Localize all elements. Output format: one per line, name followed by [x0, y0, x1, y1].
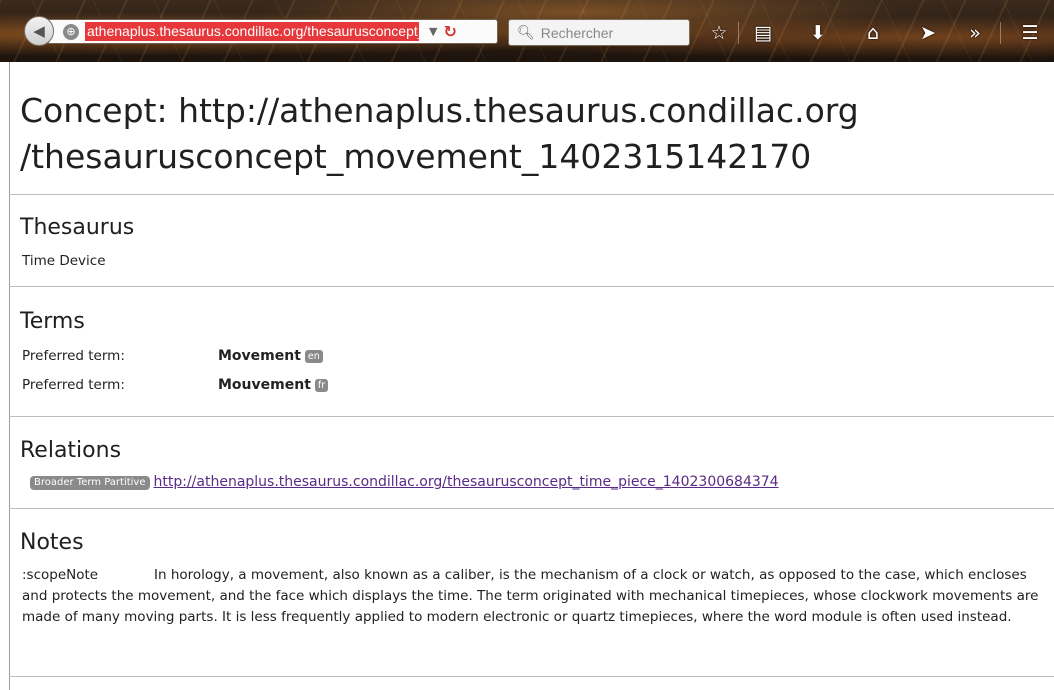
term-value: Mouvement: [218, 377, 311, 393]
back-button[interactable]: ◀: [24, 16, 54, 46]
search-bar[interactable]: 🔍︎ Rechercher: [508, 19, 690, 46]
term-value: Movement: [218, 348, 301, 364]
search-icon: 🔍︎: [517, 24, 535, 40]
download-icon[interactable]: ⬇: [805, 20, 831, 46]
bookmark-star-icon[interactable]: ☆: [706, 20, 732, 46]
term-label: Preferred term:: [22, 377, 125, 393]
toolbar-separator: [1000, 22, 1001, 44]
relation-link[interactable]: http://athenaplus.thesaurus.condillac.or…: [154, 474, 779, 490]
term-row: Mouvement fr: [218, 375, 329, 395]
url-dropdown-icon[interactable]: ▼: [429, 25, 437, 38]
overflow-chevron-icon[interactable]: »: [962, 20, 988, 46]
url-bar[interactable]: ⊕ athenaplus.thesaurus.condillac.org/the…: [48, 19, 498, 44]
scope-note: :scopeNote In horology, a movement, also …: [22, 565, 1042, 628]
thesaurus-value: Time Device: [22, 253, 106, 269]
search-placeholder: Rechercher: [540, 24, 614, 41]
language-badge: en: [304, 350, 323, 363]
language-badge: fr: [314, 379, 329, 392]
note-text: In horology, a movement, also known as a…: [22, 567, 1039, 625]
divider: [9, 194, 1054, 195]
terms-heading: Terms: [20, 309, 85, 334]
send-icon[interactable]: ➤: [915, 20, 941, 46]
relation-row: Broader Term Partitive http://athenaplus.…: [30, 472, 779, 492]
divider: [9, 676, 1054, 677]
divider: [9, 416, 1054, 417]
toolbar-separator: [738, 22, 739, 44]
page-title: Concept: http://athenaplus.thesaurus.con…: [20, 91, 859, 176]
relation-type-badge: Broader Term Partitive: [30, 476, 150, 490]
term-row: Movement en: [218, 346, 323, 366]
left-border: [9, 62, 10, 690]
reload-icon[interactable]: ↻: [443, 22, 456, 41]
back-arrow-icon: ◀: [33, 22, 45, 40]
menu-icon[interactable]: ☰: [1017, 20, 1043, 46]
thesaurus-heading: Thesaurus: [20, 215, 135, 240]
note-key: :scopeNote: [22, 567, 99, 583]
divider: [9, 286, 1054, 287]
url-text[interactable]: athenaplus.thesaurus.condillac.org/thesa…: [85, 22, 419, 41]
home-icon[interactable]: ⌂: [860, 20, 886, 46]
divider: [9, 508, 1054, 509]
relations-heading: Relations: [20, 438, 122, 463]
term-label: Preferred term:: [22, 348, 125, 364]
notes-heading: Notes: [20, 530, 84, 555]
reading-list-icon[interactable]: ▤: [750, 20, 776, 46]
browser-toolbar: ⊕ athenaplus.thesaurus.condillac.org/the…: [0, 0, 1054, 62]
globe-icon[interactable]: ⊕: [63, 23, 79, 40]
